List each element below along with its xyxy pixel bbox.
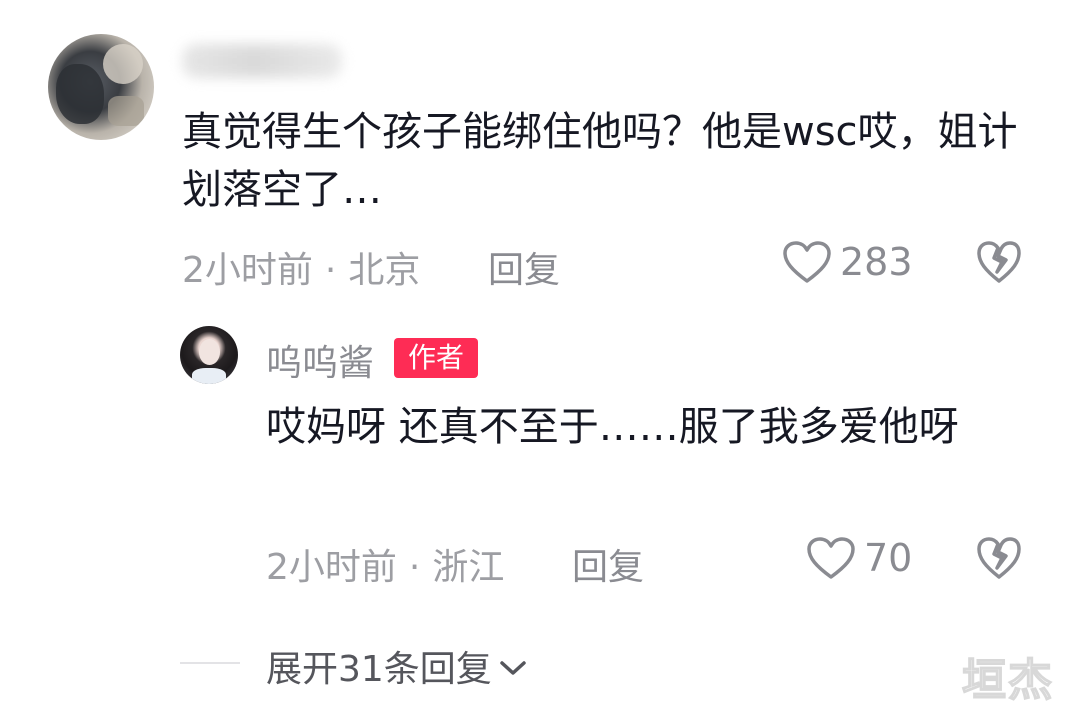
- broken-heart-icon[interactable]: [976, 240, 1022, 284]
- commenter-avatar[interactable]: [48, 34, 154, 140]
- comment-meta: 2小时前 · 北京: [182, 250, 421, 291]
- commenter-username-blurred[interactable]: [182, 44, 342, 78]
- reply-location: 浙江: [432, 547, 505, 588]
- heart-outline-icon[interactable]: [806, 536, 856, 580]
- author-name[interactable]: 呜呜酱: [266, 334, 374, 386]
- comment-time: 2小时前: [182, 250, 313, 291]
- author-avatar[interactable]: [180, 326, 238, 384]
- expand-replies-label: 展开31条回复: [266, 649, 492, 690]
- reply-reply-button[interactable]: 回复: [572, 538, 644, 590]
- reply-text: 哎妈呀 还真不至于……服了我多爱他呀: [266, 404, 959, 450]
- heart-outline-icon[interactable]: [782, 240, 832, 284]
- expand-replies-button[interactable]: 展开31条回复: [266, 640, 528, 692]
- comment-reply-button[interactable]: 回复: [488, 241, 560, 293]
- expand-divider: [180, 662, 240, 664]
- watermark: 垣杰: [961, 654, 1054, 707]
- reply-time: 2小时前: [266, 547, 397, 588]
- reply-like-button[interactable]: 70: [806, 536, 912, 580]
- broken-heart-icon[interactable]: [976, 536, 1022, 580]
- reply-meta: 2小时前 · 浙江: [266, 547, 505, 588]
- chevron-down-icon: [498, 646, 528, 687]
- author-badge: 作者: [394, 338, 478, 378]
- comment-like-count: 283: [840, 240, 913, 284]
- comment-like-button[interactable]: 283: [782, 240, 913, 284]
- reply-like-count: 70: [864, 536, 913, 580]
- comment-location: 北京: [348, 250, 421, 291]
- comment-text: 真觉得生个孩子能绑住他吗？他是wsc哎，姐计划落空了…: [182, 109, 1018, 213]
